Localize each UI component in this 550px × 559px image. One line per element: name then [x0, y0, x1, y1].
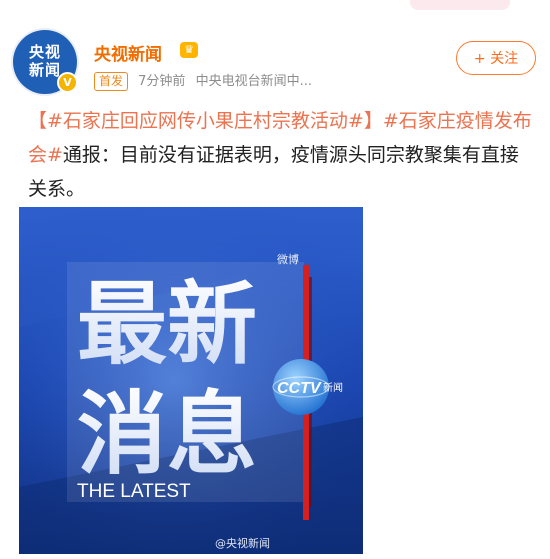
post-text: 【#石家庄回应网传小果庄村宗教活动#】#石家庄疫情发布会#通报：目前没有证据表明… — [28, 104, 533, 206]
latest-news-graphic: 微博 最新 消息 THE LATEST CCTV 新闻 @央视新闻 — [19, 207, 363, 554]
post-meta: 首发 7分钟前 中央电视台新闻中... — [94, 70, 312, 91]
headline-line1: 最新 — [77, 272, 257, 377]
bottom-watermark: @央视新闻 — [215, 536, 270, 550]
avatar[interactable]: 央视 新闻 V — [13, 30, 78, 94]
cctv-logo-sub: 新闻 — [323, 381, 343, 394]
hashtag-link[interactable]: 【#石家庄回应网传小果庄村宗教活动#】 — [28, 110, 383, 132]
cctv-logo: CCTV — [277, 380, 322, 397]
verified-badge-icon: V — [57, 72, 78, 93]
post-body: 通报：目前没有证据表明，疫情源头同宗教聚集有直接关系。 — [28, 144, 519, 200]
weibo-watermark: 微博 — [277, 252, 299, 266]
follow-button[interactable]: + 关注 — [456, 41, 536, 75]
post-source: 中央电视台新闻中... — [195, 74, 312, 89]
first-post-tag: 首发 — [94, 72, 129, 91]
post-image[interactable]: 微博 最新 消息 THE LATEST CCTV 新闻 @央视新闻 — [19, 207, 363, 554]
crown-badge-icon: ♛ — [180, 42, 198, 58]
headline-line2: 消息 — [77, 382, 257, 487]
top-decoration — [410, 0, 510, 10]
post-time: 7分钟前 — [138, 74, 186, 89]
headline-subtitle: THE LATEST — [77, 481, 191, 502]
account-name[interactable]: 央视新闻 — [94, 40, 162, 65]
